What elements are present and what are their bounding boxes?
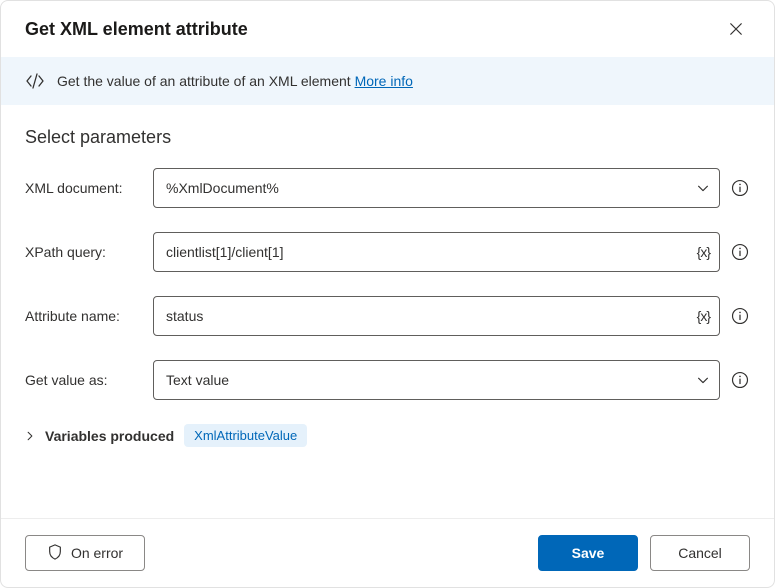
footer-right: Save Cancel (538, 535, 750, 571)
on-error-label: On error (71, 545, 123, 561)
variable-chip[interactable]: XmlAttributeValue (184, 424, 307, 447)
on-error-button[interactable]: On error (25, 535, 145, 571)
chevron-down-icon[interactable] (696, 181, 710, 195)
info-icon[interactable] (730, 242, 750, 262)
save-label: Save (572, 545, 605, 561)
chevron-down-icon[interactable] (696, 373, 710, 387)
variables-produced-row[interactable]: Variables produced XmlAttributeValue (25, 424, 750, 447)
variable-picker-icon[interactable]: {x} (697, 308, 710, 324)
field-wrap-xml-document: %XmlDocument% (153, 168, 720, 208)
variables-produced-label: Variables produced (45, 428, 174, 444)
code-icon (25, 73, 45, 89)
cancel-button[interactable]: Cancel (650, 535, 750, 571)
row-xpath-query: XPath query: {x} (25, 232, 750, 272)
get-value-as-value: Text value (166, 372, 229, 388)
info-icon[interactable] (730, 370, 750, 390)
attribute-name-input[interactable] (153, 296, 720, 336)
field-wrap-attribute-name: {x} (153, 296, 720, 336)
banner-text-content: Get the value of an attribute of an XML … (57, 73, 355, 89)
section-title: Select parameters (25, 127, 750, 148)
row-xml-document: XML document: %XmlDocument% (25, 168, 750, 208)
variable-picker-icon[interactable]: {x} (697, 244, 710, 260)
label-get-value-as: Get value as: (25, 372, 143, 388)
label-xpath-query: XPath query: (25, 244, 143, 260)
xpath-query-input[interactable] (153, 232, 720, 272)
chevron-right-icon (25, 431, 35, 441)
dialog-header: Get XML element attribute (1, 1, 774, 57)
label-attribute-name: Attribute name: (25, 308, 143, 324)
shield-icon (47, 544, 63, 563)
info-icon[interactable] (730, 178, 750, 198)
cancel-label: Cancel (678, 545, 722, 561)
footer-left: On error (25, 535, 145, 571)
save-button[interactable]: Save (538, 535, 638, 571)
row-get-value-as: Get value as: Text value (25, 360, 750, 400)
banner-text: Get the value of an attribute of an XML … (57, 73, 413, 89)
info-banner: Get the value of an attribute of an XML … (1, 57, 774, 105)
more-info-link[interactable]: More info (355, 73, 413, 89)
dialog-title: Get XML element attribute (25, 19, 248, 40)
dialog: Get XML element attribute Get the value … (0, 0, 775, 588)
label-xml-document: XML document: (25, 180, 143, 196)
close-button[interactable] (722, 15, 750, 43)
close-icon (729, 22, 743, 36)
xml-document-select[interactable]: %XmlDocument% (153, 168, 720, 208)
dialog-body: Select parameters XML document: %XmlDocu… (1, 105, 774, 518)
field-wrap-get-value-as: Text value (153, 360, 720, 400)
get-value-as-select[interactable]: Text value (153, 360, 720, 400)
xml-document-value: %XmlDocument% (166, 180, 279, 196)
info-icon[interactable] (730, 306, 750, 326)
field-wrap-xpath-query: {x} (153, 232, 720, 272)
row-attribute-name: Attribute name: {x} (25, 296, 750, 336)
dialog-footer: On error Save Cancel (1, 518, 774, 587)
